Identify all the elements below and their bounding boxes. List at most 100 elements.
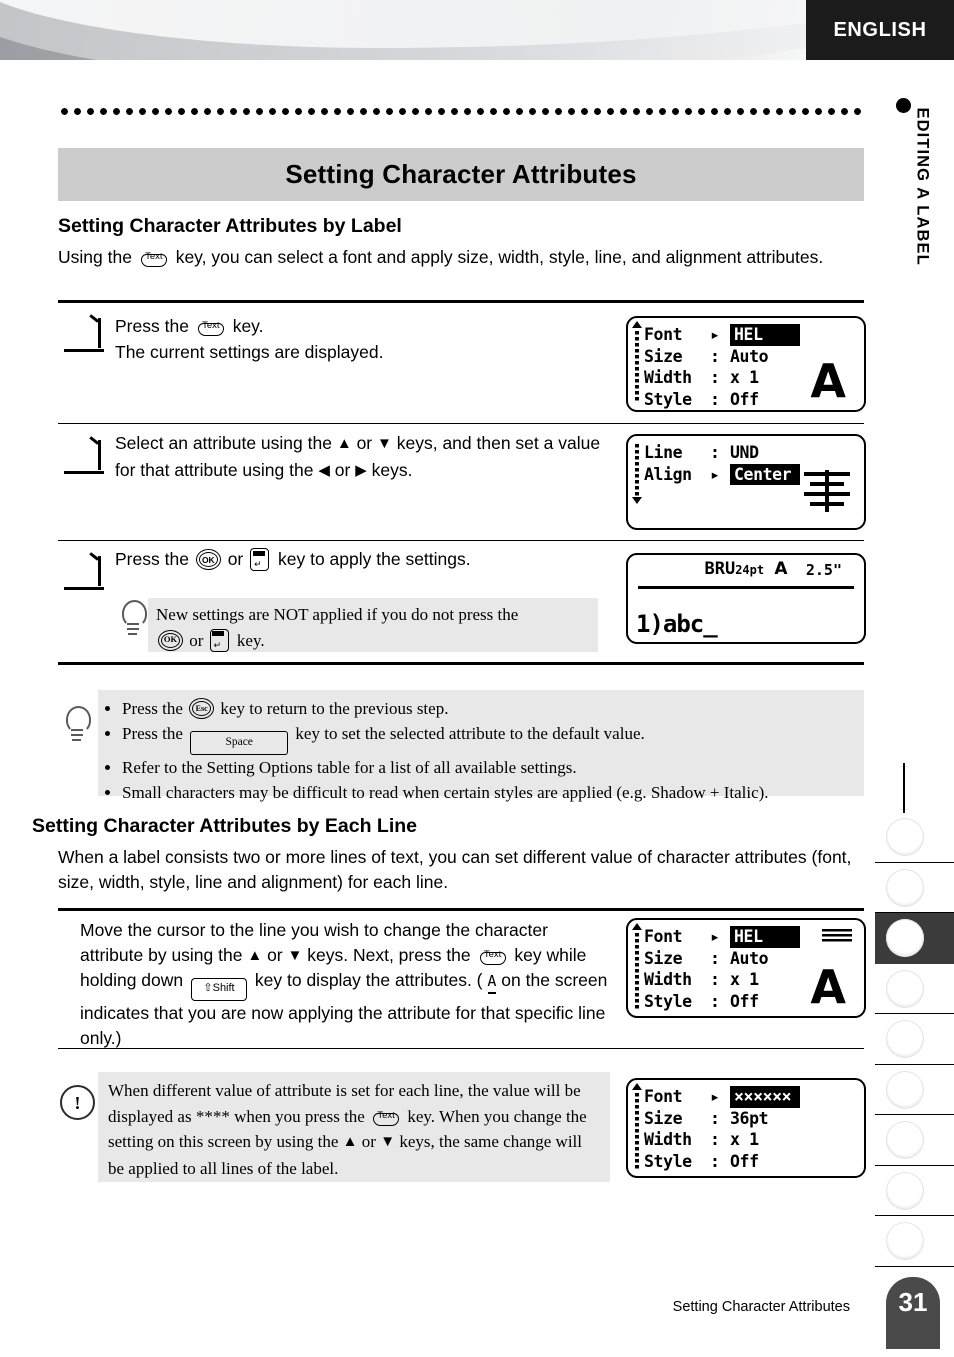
- warn-t3: or: [361, 1132, 376, 1151]
- lcd-row: FontHEL: [644, 926, 800, 948]
- page-title: Setting Character Attributes: [285, 159, 637, 189]
- circle-icon: [886, 969, 924, 1008]
- warning-icon: !: [60, 1085, 95, 1120]
- thumb-tab-1[interactable]: [875, 812, 954, 863]
- divider: [58, 540, 864, 542]
- step2-b: or: [356, 433, 373, 453]
- s2-p3: keys. Next, press the: [307, 945, 471, 965]
- enter-key-icon: ↵: [209, 628, 231, 652]
- lcd3-underline: [638, 586, 854, 589]
- tab-rule: [903, 763, 905, 813]
- section2-intro: When a label consists two or more lines …: [58, 847, 852, 892]
- dotted-rule: [58, 108, 864, 115]
- tip-item: Refer to the Setting Options table for a…: [122, 755, 856, 780]
- tip-mid: or: [189, 630, 204, 650]
- manual-page: ENGLISH EDITING A LABEL Setting Characte…: [0, 0, 954, 1357]
- text-key-icon: Text: [196, 317, 226, 336]
- side-rail: EDITING A LABEL: [860, 60, 954, 1357]
- page-title-bar: Setting Character Attributes: [58, 148, 864, 201]
- step3-tip-note: New settings are NOT applied if you do n…: [148, 598, 598, 652]
- esc-key-icon: Esc: [189, 698, 215, 719]
- scroll-track: [635, 1093, 639, 1169]
- step3-after: key to apply the settings.: [278, 549, 471, 569]
- step1-before: Press the: [115, 316, 189, 336]
- section1-intro: Using the Text key, you can select a fon…: [58, 245, 864, 270]
- divider: [58, 908, 864, 911]
- divider: [58, 662, 864, 665]
- scroll-up-arrow-icon: [632, 1083, 642, 1090]
- footer-breadcrumb: Setting Character Attributes: [672, 1299, 850, 1315]
- section2-step-text: Move the cursor to the line you wish to …: [80, 918, 610, 1051]
- circle-icon: [886, 1222, 924, 1260]
- lcd4-rows: FontHEL Size:Auto Width:x 1 Style:Off: [644, 926, 800, 1012]
- bullet-dot-icon: [896, 98, 911, 113]
- lcd3-label-text: 1)abc_: [636, 610, 718, 638]
- language-tab: ENGLISH: [806, 0, 954, 60]
- thumb-tab-3-active[interactable]: [875, 913, 954, 964]
- lcd-row: Width: x 1: [644, 1130, 759, 1149]
- lcd-row: Style: Off: [644, 1151, 759, 1171]
- enter-key-icon: ↵: [250, 548, 271, 571]
- lcd5-rows: Font×××××× Size:36pt Width:x 1 Style:Off: [644, 1086, 800, 1172]
- tip-item: Small characters may be difficult to rea…: [122, 780, 856, 805]
- text-key-icon: Text: [478, 946, 508, 965]
- step-3-text: Press the OK or ↵ key to apply the setti…: [115, 546, 615, 572]
- divider: [58, 1048, 864, 1050]
- thumb-tab-4[interactable]: [875, 964, 954, 1014]
- step1-after: key.: [232, 316, 264, 336]
- divider: [58, 423, 864, 425]
- lcd-row: AlignCenter: [644, 463, 800, 485]
- thumb-tab-6[interactable]: [875, 1065, 954, 1115]
- right-arrow-icon: ▶: [355, 462, 367, 479]
- thumb-tab-9[interactable]: [875, 1216, 954, 1267]
- lightbulb-icon: [62, 706, 92, 746]
- circle-icon: [886, 1070, 924, 1109]
- tip-item: Press the Space key to set the selected …: [122, 721, 856, 755]
- intro-text-after: key, you can select a font and apply siz…: [175, 247, 824, 267]
- chapter-label: EDITING A LABEL: [913, 107, 932, 266]
- lcd-screen-2: Line:UND AlignCenter: [626, 434, 866, 530]
- warning-note-box: When different value of attribute is set…: [98, 1072, 610, 1182]
- tip-after: key.: [236, 630, 265, 650]
- cursor-arrow-icon: [710, 324, 730, 346]
- step3-mid: or: [227, 549, 244, 569]
- thumb-tab-8[interactable]: [875, 1166, 954, 1216]
- lcd-row: Size:36pt: [644, 1108, 769, 1128]
- lcd3-size: 24pt: [735, 563, 765, 577]
- lcd-row: Size: Auto: [644, 948, 769, 968]
- circle-icon: [886, 868, 924, 907]
- intro-text-before: Using the: [58, 247, 132, 267]
- scroll-down-arrow-icon: [632, 497, 642, 504]
- lightbulb-icon: [118, 600, 148, 640]
- s2-p2: or: [267, 945, 283, 965]
- step1-line2: The current settings are displayed.: [115, 342, 384, 362]
- circle-icon: [886, 818, 924, 856]
- thumb-tab-7[interactable]: [875, 1115, 954, 1166]
- thumb-tab-2[interactable]: [875, 863, 954, 913]
- lcd-row: Line: UND: [644, 443, 759, 462]
- lcd-row: FontHEL: [644, 324, 800, 346]
- center-align-icon: [804, 470, 850, 512]
- up-arrow-icon: ▲: [336, 435, 352, 452]
- up-arrow-icon: ▲: [247, 947, 263, 964]
- lcd-screen-4: FontHEL Size:Auto Width:x 1 Style:Off A: [626, 918, 866, 1018]
- lcd3-style-char: A: [774, 559, 788, 579]
- step2-d: or: [334, 460, 351, 480]
- cursor-arrow-icon: [710, 1086, 730, 1108]
- down-arrow-icon: ▼: [377, 435, 392, 452]
- scroll-track: [635, 331, 639, 403]
- down-arrow-icon: ▼: [380, 1134, 396, 1150]
- lcd-screen-3: BRU24pt A 2.5" 1)abc_: [626, 553, 866, 644]
- warning-text: When different value of attribute is set…: [98, 1072, 610, 1181]
- page-number-tab: 31: [886, 1277, 940, 1349]
- step2-e: keys.: [371, 460, 413, 480]
- thumb-tab-5[interactable]: [875, 1014, 954, 1065]
- lcd-screen-1: FontHEL Size:Auto Width:x 1 Style:Off A: [626, 316, 866, 412]
- lcd2-rows: Line:UND AlignCenter: [644, 442, 800, 485]
- tips-note-box: Press the Esc key to return to the previ…: [98, 690, 864, 802]
- step-1-text: Press the Text key. The current settings…: [115, 313, 595, 365]
- lcd-row: Width: x 1: [644, 970, 759, 989]
- tip-item: Press the Esc key to return to the previ…: [122, 696, 856, 721]
- tips-list: Press the Esc key to return to the previ…: [98, 690, 864, 805]
- circle-icon: [886, 919, 924, 957]
